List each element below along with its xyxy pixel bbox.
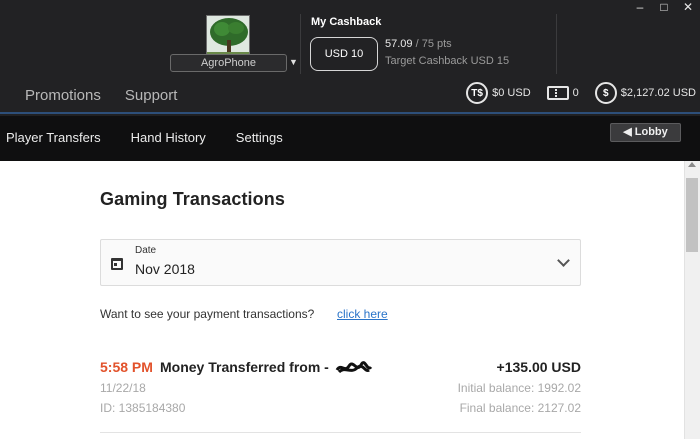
- calendar-icon: [111, 258, 123, 270]
- header-divider: [300, 14, 301, 74]
- row-divider: [100, 432, 581, 433]
- tree-avatar-icon: [207, 16, 249, 54]
- transaction-title: Money Transferred from -: [160, 359, 329, 375]
- back-arrow-icon: ◀: [623, 126, 632, 138]
- dollar-coin-icon: $: [594, 82, 617, 104]
- cash-balance[interactable]: $ $2,127.02 USD: [594, 82, 696, 104]
- tournament-dollars-balance[interactable]: T$ $0 USD: [466, 82, 531, 104]
- main-nav: Promotions Support: [0, 79, 201, 104]
- top-header: – □ ✕ AgroPhone ▼ My Cashback USD 10 57.…: [0, 0, 700, 114]
- page-title: Gaming Transactions: [100, 189, 285, 209]
- tab-player-transfers[interactable]: Player Transfers: [6, 130, 101, 145]
- transaction-time: 5:58 PM: [100, 359, 153, 375]
- maximize-icon[interactable]: □: [658, 0, 670, 14]
- transaction-date: 11/22/18: [100, 381, 146, 395]
- tab-bar: Player Transfers Hand History Settings: [0, 116, 700, 161]
- chevron-down-icon: [557, 254, 570, 267]
- points-total: / 75 pts: [415, 38, 452, 50]
- app-window: – □ ✕ AgroPhone ▼ My Cashback USD 10 57.…: [0, 0, 700, 439]
- tab-settings[interactable]: Settings: [236, 130, 283, 145]
- close-icon[interactable]: ✕: [682, 0, 694, 14]
- nav-promotions[interactable]: Promotions: [0, 79, 125, 104]
- ticket-icon: [546, 86, 569, 100]
- date-filter-value: Nov 2018: [135, 261, 195, 277]
- cashback-title: My Cashback: [311, 16, 382, 28]
- cashback-target: Target Cashback USD 15: [385, 55, 510, 67]
- tickets-balance[interactable]: 0: [546, 86, 579, 100]
- points-value: 57.09: [385, 38, 413, 50]
- tabs: Player Transfers Hand History Settings: [6, 130, 283, 145]
- transaction-initial-balance: Initial balance: 1992.02: [457, 381, 581, 395]
- balances-bar: T$ $0 USD 0 $ $2,127.02 USD: [466, 82, 696, 104]
- lobby-button[interactable]: ◀ Lobby: [610, 123, 681, 142]
- redacted-name-scribble: [335, 361, 373, 374]
- scrollbar-thumb[interactable]: [686, 178, 698, 252]
- cashback-level-button[interactable]: USD 10: [310, 37, 378, 71]
- date-filter-select[interactable]: Date Nov 2018: [100, 239, 581, 286]
- scroll-up-arrow-icon[interactable]: [688, 162, 696, 167]
- window-controls: – □ ✕: [634, 0, 694, 14]
- transaction-id: ID: 1385184380: [100, 401, 186, 415]
- cash-balance-value: $2,127.02 USD: [620, 87, 696, 99]
- minimize-icon[interactable]: –: [634, 0, 646, 14]
- nickname-selector[interactable]: AgroPhone: [170, 54, 287, 72]
- lobby-label: Lobby: [634, 126, 668, 138]
- transaction-final-balance: Final balance: 2127.02: [459, 401, 581, 415]
- tickets-value: 0: [572, 87, 579, 99]
- cashback-points: 57.09 / 75 pts: [385, 38, 452, 50]
- payment-question: Want to see your payment transactions?: [100, 307, 315, 321]
- nav-support[interactable]: Support: [125, 79, 202, 104]
- date-filter-label: Date: [135, 245, 157, 256]
- tab-hand-history[interactable]: Hand History: [131, 130, 206, 145]
- header-divider: [556, 14, 557, 74]
- avatar[interactable]: [206, 15, 250, 55]
- tournament-dollar-icon: T$: [466, 82, 489, 104]
- tournament-dollars-value: $0 USD: [492, 87, 531, 99]
- payment-transactions-link[interactable]: click here: [337, 307, 388, 321]
- caret-down-icon[interactable]: ▼: [289, 57, 298, 67]
- transaction-amount: +135.00 USD: [496, 359, 581, 375]
